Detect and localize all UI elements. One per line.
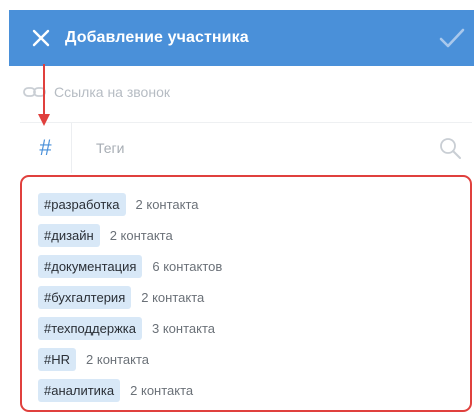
list-item: #HR 2 контакта bbox=[38, 344, 470, 375]
tag-chip[interactable]: #HR bbox=[38, 348, 77, 371]
close-icon bbox=[32, 29, 50, 47]
list-item: #разработка 2 контакта bbox=[38, 189, 470, 220]
tag-count: 2 контакта bbox=[141, 290, 205, 305]
tag-count: 2 контакта bbox=[109, 228, 173, 243]
list-item: #дизайн 2 контакта bbox=[38, 220, 470, 251]
search-button[interactable] bbox=[438, 136, 462, 160]
tag-chip[interactable]: #разработка bbox=[38, 193, 126, 216]
hash-button[interactable]: # bbox=[20, 122, 72, 173]
tag-search-bar: # bbox=[20, 122, 472, 173]
tag-search-input[interactable] bbox=[96, 139, 416, 156]
tag-count: 2 контакта bbox=[135, 197, 199, 212]
hash-icon: # bbox=[39, 134, 52, 160]
tag-count: 2 контакта bbox=[86, 352, 150, 367]
annotation-arrow bbox=[38, 64, 50, 126]
header-bar: Добавление участника bbox=[9, 10, 474, 66]
tag-count: 2 контакта bbox=[130, 383, 194, 398]
list-item: #документация 6 контактов bbox=[38, 251, 470, 282]
list-item: #аналитика 2 контакта bbox=[38, 375, 470, 406]
close-button[interactable] bbox=[25, 22, 57, 54]
search-icon bbox=[440, 138, 461, 159]
list-item: #техподдержка 3 контакта bbox=[38, 313, 470, 344]
tag-chip[interactable]: #аналитика bbox=[38, 379, 121, 402]
list-item: #бухгалтерия 2 контакта bbox=[38, 282, 470, 313]
tag-count: 6 контактов bbox=[152, 259, 223, 274]
checkmark-icon bbox=[439, 28, 465, 48]
tag-chip[interactable]: #техподдержка bbox=[38, 317, 142, 340]
add-participant-panel: Добавление участника Ссылка на звонок # bbox=[0, 0, 474, 417]
tag-chip[interactable]: #бухгалтерия bbox=[38, 286, 132, 309]
call-link-label: Ссылка на звонок bbox=[54, 84, 170, 100]
tag-count: 3 контакта bbox=[152, 321, 215, 336]
tag-chip[interactable]: #документация bbox=[38, 255, 143, 278]
confirm-button[interactable] bbox=[436, 22, 468, 54]
tag-chip[interactable]: #дизайн bbox=[38, 224, 100, 247]
page-title: Добавление участника bbox=[65, 29, 249, 46]
tag-list: #разработка 2 контакта #дизайн 2 контакт… bbox=[20, 175, 472, 412]
